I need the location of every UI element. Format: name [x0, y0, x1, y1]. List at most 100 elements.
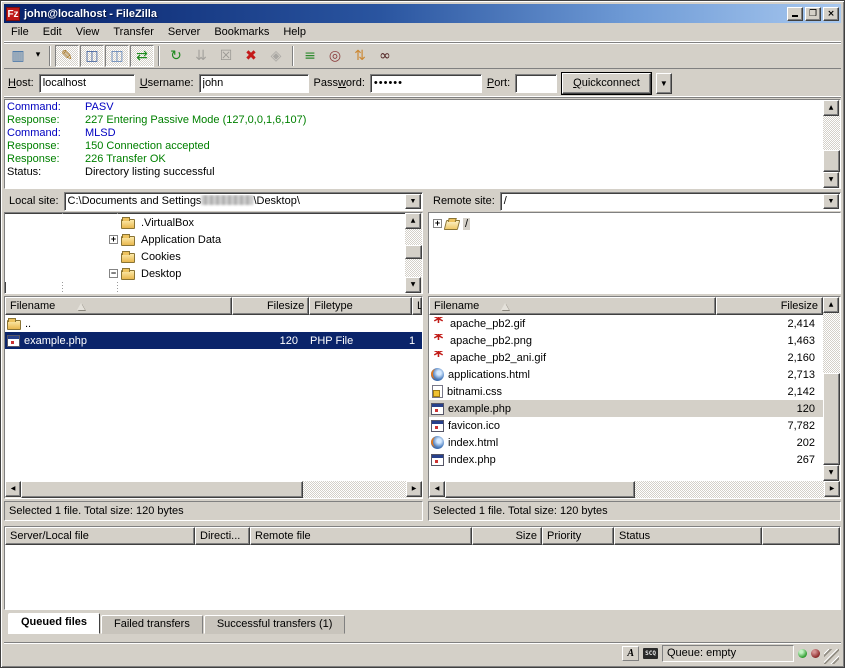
column-header-filesize[interactable]: Filesize: [232, 297, 309, 315]
reconnect-button[interactable]: ◈: [264, 45, 288, 67]
chevron-down-icon[interactable]: ▼: [405, 194, 421, 209]
toggle-local-tree-button[interactable]: ◫: [80, 45, 104, 67]
queue-body[interactable]: [5, 545, 840, 609]
menu-transfer[interactable]: Transfer: [106, 24, 161, 40]
tree-item[interactable]: − Desktop: [5, 265, 405, 282]
resize-grip-icon[interactable]: [824, 649, 839, 664]
port-input[interactable]: [515, 74, 557, 93]
tree-item[interactable]: + Application Data: [5, 231, 405, 248]
scroll-up-icon[interactable]: ▲: [823, 297, 839, 313]
disconnect-button[interactable]: ✖: [239, 45, 263, 67]
log-line: Status: Directory listing successful: [7, 166, 821, 179]
minimize-button[interactable]: [787, 7, 803, 21]
scrollbar-thumb[interactable]: [823, 373, 840, 465]
tree-item[interactable]: .VirtualBox: [5, 214, 405, 231]
scroll-down-icon[interactable]: ▼: [823, 172, 839, 188]
scroll-right-icon[interactable]: ▶: [406, 481, 422, 497]
local-hscrollbar[interactable]: ◀ ▶: [5, 481, 422, 498]
title-bar[interactable]: Fz john@localhost - FileZilla ❐ ×: [4, 4, 841, 23]
scrollbar-thumb[interactable]: [823, 150, 840, 172]
favicon.ico[interactable]: favicon.ico 7,782: [429, 417, 823, 434]
speedlimit-badge-icon[interactable]: SCQ: [643, 648, 658, 659]
toggle-message-log-button[interactable]: ✎: [55, 45, 79, 67]
tree-expander[interactable]: −: [109, 269, 118, 278]
remote-list-body: apache_pb2.gif 2,414 apache_pb2.png 1,46…: [429, 315, 823, 481]
toggle-queue-button[interactable]: ⇄: [130, 45, 154, 67]
filter-button[interactable]: ≡: [298, 45, 322, 67]
column-header-filesize[interactable]: Filesize: [716, 297, 823, 315]
username-input[interactable]: [199, 74, 309, 93]
column-header-server-local-file[interactable]: Server/Local file: [5, 527, 195, 545]
tab-queued-files[interactable]: Queued files: [8, 613, 100, 634]
apache_pb2_ani.gif[interactable]: apache_pb2_ani.gif 2,160: [429, 349, 823, 366]
scroll-down-icon[interactable]: ▼: [405, 277, 421, 293]
toggle-remote-tree-button[interactable]: ◫: [105, 45, 129, 67]
host-input[interactable]: [39, 74, 135, 93]
applications.html[interactable]: applications.html 2,713: [429, 366, 823, 383]
tree-item[interactable]: Cookies: [5, 248, 405, 265]
column-header-last-modified[interactable]: L: [412, 297, 422, 315]
log-scrollbar[interactable]: ▲ ▼: [823, 100, 840, 188]
tree-item-root[interactable]: + /: [429, 215, 840, 232]
remote-site-combo[interactable]: / ▼: [500, 192, 841, 211]
scrollbar-thumb[interactable]: [445, 481, 635, 498]
find-files-button[interactable]: ∞: [373, 45, 397, 67]
example.php[interactable]: example.php 120 PHP File 1: [5, 332, 422, 349]
apache_pb2.png[interactable]: apache_pb2.png 1,463: [429, 332, 823, 349]
cancel-operation-button[interactable]: ☒: [214, 45, 238, 67]
quickconnect-dropdown-button[interactable]: ▼: [656, 73, 672, 94]
menu-edit[interactable]: Edit: [36, 24, 69, 40]
menu-bookmarks[interactable]: Bookmarks: [207, 24, 276, 40]
site-manager-dropdown[interactable]: ▾: [31, 45, 45, 67]
ascii-datatype-icon[interactable]: A: [622, 646, 639, 661]
scrollbar-thumb[interactable]: [21, 481, 303, 498]
sort-ascending-icon: [77, 303, 85, 310]
tree-expander[interactable]: +: [109, 235, 118, 244]
bitnami.css[interactable]: bitnami.css 2,142: [429, 383, 823, 400]
scroll-up-icon[interactable]: ▲: [823, 100, 839, 116]
minimize-icon: [792, 8, 798, 17]
column-header-priority[interactable]: Priority: [542, 527, 614, 545]
menu-file[interactable]: File: [4, 24, 36, 40]
process-queue-button[interactable]: ⇊: [189, 45, 213, 67]
..[interactable]: ..: [5, 315, 422, 332]
scroll-left-icon[interactable]: ◀: [5, 481, 21, 497]
scroll-right-icon[interactable]: ▶: [824, 481, 840, 497]
local-tree-scrollbar[interactable]: ▲ ▼: [405, 213, 422, 293]
column-header-filename[interactable]: Filename: [5, 297, 232, 315]
local-site-combo[interactable]: C:\Documents and Settings\Desktop\ ▼: [64, 192, 423, 211]
port-label: Port:: [487, 77, 510, 89]
scroll-down-icon[interactable]: ▼: [823, 465, 839, 481]
remote-vscrollbar[interactable]: ▲ ▼: [823, 297, 840, 481]
index.html[interactable]: index.html 202: [429, 434, 823, 451]
menu-help[interactable]: Help: [276, 24, 313, 40]
tab-successful-transfers[interactable]: Successful transfers (1): [204, 615, 346, 634]
column-header-size[interactable]: Size: [472, 527, 542, 545]
username-label: Username:: [140, 77, 194, 89]
directory-comparison-button[interactable]: ◎: [323, 45, 347, 67]
apache_pb2.gif[interactable]: apache_pb2.gif 2,414: [429, 315, 823, 332]
synchronized-browsing-button[interactable]: ⇅: [348, 45, 372, 67]
tab-failed-transfers[interactable]: Failed transfers: [101, 615, 203, 634]
password-input[interactable]: [370, 74, 482, 93]
scroll-left-icon[interactable]: ◀: [429, 481, 445, 497]
index.php[interactable]: index.php 267: [429, 451, 823, 468]
remote-hscrollbar[interactable]: ◀ ▶: [429, 481, 840, 498]
column-header-filename[interactable]: Filename: [429, 297, 716, 315]
scroll-up-icon[interactable]: ▲: [405, 213, 421, 229]
menu-view[interactable]: View: [69, 24, 107, 40]
tree-expander[interactable]: +: [433, 219, 442, 228]
column-header-remote-file[interactable]: Remote file: [250, 527, 472, 545]
column-header-filetype[interactable]: Filetype: [309, 297, 412, 315]
column-header-direction[interactable]: Directi...: [195, 527, 250, 545]
site-manager-button[interactable]: ▥: [6, 45, 30, 67]
quickconnect-button[interactable]: Quickconnect: [562, 73, 651, 94]
scrollbar-thumb[interactable]: [405, 245, 422, 259]
maximize-button[interactable]: ❐: [805, 7, 821, 21]
column-header-status[interactable]: Status: [614, 527, 762, 545]
example.php[interactable]: example.php 120: [429, 400, 823, 417]
menu-server[interactable]: Server: [161, 24, 207, 40]
refresh-button[interactable]: ↻: [164, 45, 188, 67]
close-button[interactable]: ×: [823, 7, 839, 21]
chevron-down-icon[interactable]: ▼: [823, 194, 839, 209]
